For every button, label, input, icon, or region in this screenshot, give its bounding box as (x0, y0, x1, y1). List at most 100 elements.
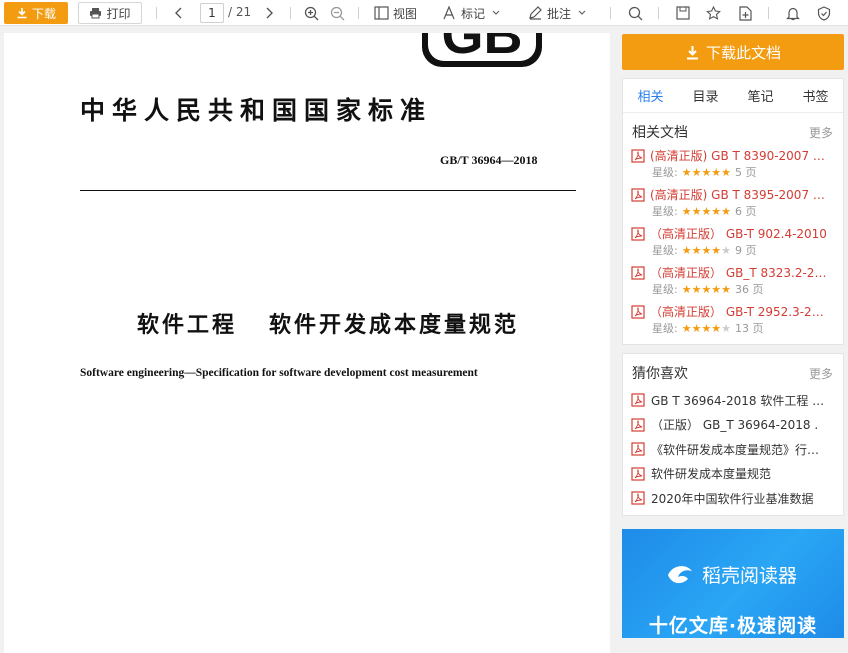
star-rating: ★★★★★ (681, 321, 732, 335)
related-doc-title-row: (高清正版) GB T 8395-2007 吊环 吊绳… (631, 186, 835, 203)
related-doc-title[interactable]: (高清正版) GB T 8395-2007 吊环 吊绳… (650, 186, 830, 203)
print-button[interactable]: 打印 (78, 2, 142, 24)
ad-slogan: 十亿文库·极速阅读 (648, 615, 818, 637)
guess-doc-title[interactable]: （正版） GB_T 36964-2018 . (651, 416, 818, 433)
guess-more-link[interactable]: 更多 (809, 365, 833, 382)
zoom-out-icon[interactable] (328, 3, 346, 23)
tab-notes[interactable]: 笔记 (733, 86, 788, 105)
related-doc-item[interactable]: （高清正版） GB-T 2952.3-2008 星级: ★★★★★ 13 页 (623, 303, 843, 342)
page-count: 13 页 (735, 322, 764, 335)
related-doc-item[interactable]: （高清正版） GB_T 8323.2-2008 星级: ★★★★★ 36 页 (623, 264, 843, 303)
download-icon (17, 8, 27, 19)
text-mark-icon (443, 6, 455, 20)
pdf-icon (631, 187, 645, 202)
download-document-button[interactable]: 下载此文档 (622, 34, 844, 70)
sidebar: 下载此文档 相关 目录 笔记 书签 相关文档 更多 (高清正版) GB T 83… (622, 34, 844, 516)
guess-doc-item[interactable]: 2020年中国软件行业基准数据 (623, 486, 843, 511)
pdf-icon (631, 226, 645, 241)
printer-icon (90, 8, 102, 19)
guess-doc-item[interactable]: 《软件研发成本度量规范》行标_… (623, 437, 843, 462)
related-doc-item[interactable]: (高清正版) GB T 8395-2007 吊环 吊绳…星级:★★★★★6 页 (623, 186, 843, 225)
toolbar-divider (156, 7, 157, 19)
page-count: 6 页 (735, 205, 757, 218)
related-doc-title-row: （高清正版） GB-T 2952.3-2008 (631, 303, 835, 320)
annotate-menu[interactable]: 批注 (528, 3, 589, 23)
mark-label: 标记 (461, 6, 486, 21)
related-more-link[interactable]: 更多 (809, 124, 833, 141)
toolbar-divider (610, 7, 611, 19)
tab-related[interactable]: 相关 (623, 86, 678, 105)
related-title: 相关文档 (632, 125, 688, 141)
guess-doc-title[interactable]: 软件研发成本度量规范 (651, 465, 771, 482)
download-icon (686, 45, 698, 59)
view-menu[interactable]: 视图 (374, 3, 417, 23)
related-doc-title[interactable]: （高清正版） GB-T 902.4-2010 (650, 225, 827, 242)
related-list: (高清正版) GB T 8390-2007 单杠 双杠…星级:★★★★★5 页(… (623, 147, 843, 344)
guess-panel: 猜你喜欢 更多 GB T 36964-2018 软件工程 软件开发… （正版） G… (622, 353, 844, 516)
pdf-icon (631, 265, 645, 280)
rating-label: 星级: (652, 205, 678, 218)
toolbar-divider (290, 7, 291, 19)
shield-check-icon[interactable] (815, 3, 833, 23)
toolbar-divider (768, 7, 769, 19)
prev-page-icon[interactable] (170, 3, 186, 23)
docer-reader-logo-icon (668, 565, 692, 583)
page-number-input[interactable]: 1 (200, 3, 224, 23)
add-file-icon[interactable] (736, 3, 754, 23)
pdf-icon (631, 418, 645, 432)
search-icon[interactable] (626, 3, 644, 23)
guess-header: 猜你喜欢 更多 (623, 358, 843, 388)
page-count: 9 页 (735, 244, 757, 257)
zoom-in-icon[interactable] (302, 3, 320, 23)
tab-bookmarks[interactable]: 书签 (788, 86, 843, 105)
guess-list: GB T 36964-2018 软件工程 软件开发… （正版） GB_T 3696… (623, 388, 843, 515)
related-doc-title-row: （高清正版） GB_T 8323.2-2008 (631, 264, 835, 281)
guess-doc-title[interactable]: 2020年中国软件行业基准数据 (651, 490, 814, 507)
page-total: / 21 (228, 5, 252, 19)
mark-menu[interactable]: 标记 (442, 3, 503, 23)
svg-text:GB: GB (442, 33, 523, 65)
download-button[interactable]: 下载 (4, 2, 68, 24)
pdf-icon (631, 467, 645, 481)
rating-label: 星级: (652, 166, 678, 179)
related-doc-meta: 星级: ★★★★★ 5 页 (631, 164, 835, 180)
pdf-icon (631, 442, 645, 456)
bell-icon[interactable] (784, 3, 802, 23)
reader-ad-banner[interactable]: 稻壳阅读器 十亿文库·极速阅读 (622, 529, 844, 638)
save-icon[interactable] (674, 3, 692, 23)
download-label: 下载 (31, 6, 56, 21)
ad-brand: 稻壳阅读器 (666, 561, 797, 588)
guess-title: 猜你喜欢 (632, 366, 688, 382)
document-viewer[interactable]: GB 中华人民共和国国家标准 GB/T 36964—2018 软件工程 软件开发… (0, 27, 614, 653)
star-icon[interactable] (704, 3, 722, 23)
toolbar-divider (358, 7, 359, 19)
standard-number: GB/T 36964—2018 (440, 153, 538, 167)
pdf-icon (631, 393, 645, 407)
star-rating: ★★★★★ (681, 243, 732, 257)
related-doc-title[interactable]: （高清正版） GB-T 2952.3-2008 (650, 303, 830, 320)
guess-doc-title[interactable]: GB T 36964-2018 软件工程 软件开发… (651, 392, 831, 409)
related-panel: 相关 目录 笔记 书签 相关文档 更多 (高清正版) GB T 8390-200… (622, 78, 844, 345)
document-title-en: Software engineering—Specification for s… (80, 367, 478, 379)
guess-doc-item[interactable]: GB T 36964-2018 软件工程 软件开发… (623, 388, 843, 413)
annotate-label: 批注 (547, 6, 572, 21)
guess-doc-item[interactable]: （正版） GB_T 36964-2018 . (623, 413, 843, 438)
tab-contents[interactable]: 目录 (678, 86, 733, 105)
view-icon (374, 6, 389, 20)
related-doc-meta: 星级: ★★★★★ 13 页 (631, 320, 835, 336)
related-doc-meta: 星级: ★★★★★ 36 页 (631, 281, 835, 297)
guess-doc-title[interactable]: 《软件研发成本度量规范》行标_… (651, 441, 831, 458)
related-doc-meta: 星级: ★★★★★ 6 页 (631, 203, 835, 219)
view-label: 视图 (393, 6, 418, 21)
related-doc-item[interactable]: (高清正版) GB T 8390-2007 单杠 双杠…星级:★★★★★5 页 (623, 147, 843, 186)
standard-title: 中华人民共和国国家标准 (80, 96, 433, 125)
related-doc-title[interactable]: (高清正版) GB T 8390-2007 单杠 双杠… (650, 147, 830, 164)
title-rule (80, 190, 576, 191)
next-page-icon[interactable] (262, 3, 278, 23)
pen-icon (529, 6, 542, 20)
related-doc-meta: 星级: ★★★★★ 9 页 (631, 242, 835, 258)
related-doc-title[interactable]: （高清正版） GB_T 8323.2-2008 (650, 264, 830, 281)
guess-doc-item[interactable]: 软件研发成本度量规范 (623, 462, 843, 487)
related-doc-item[interactable]: （高清正版） GB-T 902.4-2010 星级: ★★★★★ 9 页 (623, 225, 843, 264)
rating-label: 星级: (652, 322, 678, 335)
